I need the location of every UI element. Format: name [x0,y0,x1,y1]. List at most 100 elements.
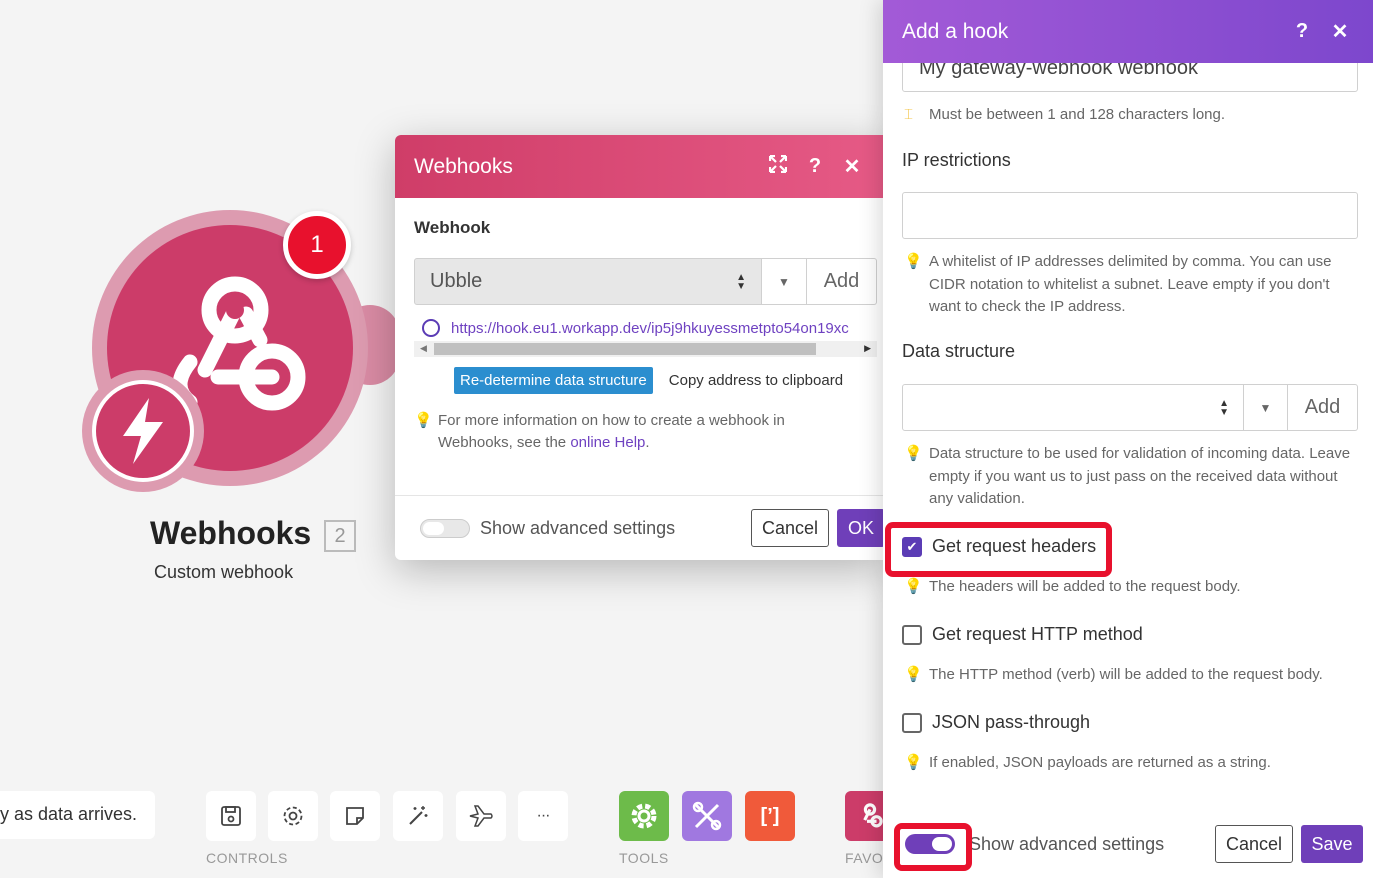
lightbulb-icon: 💡 [904,666,923,683]
more-button[interactable]: ··· [518,791,568,841]
data-structure-help: 💡 Data structure to be used for validati… [904,443,1360,511]
get-request-method-label[interactable]: Get request HTTP method [932,624,1143,645]
get-request-method-checkbox[interactable] [902,624,922,645]
data-structure-select[interactable]: ▲ ▼ [902,384,1244,431]
dialog-header: Webhooks ? ✕ [395,135,885,198]
lightbulb-icon: 💡 [904,445,923,462]
instant-trigger-icon[interactable] [92,380,194,482]
text-length-icon: ⌶ [904,106,914,123]
data-structure-label: Data structure [902,341,1016,361]
webhook-dropdown-button[interactable]: ▼ [762,258,807,305]
scrollbar-thumb[interactable] [434,343,816,355]
flow-control-tool[interactable] [619,791,669,841]
save-button[interactable] [206,791,256,841]
tools-label: TOOLS [619,850,669,866]
online-help-link[interactable]: online Help [570,434,645,451]
panel-title: Add a hook [902,19,1009,43]
ok-button[interactable]: OK [837,509,885,547]
json-tool[interactable]: [’] [745,791,795,841]
panel-header: Add a hook ? ✕ [883,0,1373,63]
data-structure-row: ▲ ▼ ▼ Add [902,384,1358,431]
chevron-down-icon: ▼ [1259,400,1272,415]
name-help: ⌶ Must be between 1 and 128 characters l… [904,104,1360,127]
explain-flow-button[interactable] [456,791,506,841]
add-hook-panel: Add a hook ? ✕ My gateway-webhook webhoo… [883,0,1373,878]
close-icon[interactable]: ✕ [1326,19,1354,44]
more-icon: ··· [536,807,551,824]
webhook-icon [863,803,883,828]
globe-icon [422,319,440,337]
expand-icon[interactable] [764,154,792,179]
favorites-label: FAVO [845,850,884,866]
lightbulb-icon: 💡 [904,253,923,270]
cancel-button[interactable]: Cancel [750,509,829,547]
get-request-headers-label[interactable]: Get request headers [932,536,1096,557]
advanced-settings-label: Show advanced settings [480,517,676,538]
get-request-headers-checkbox[interactable]: ✔ [902,536,922,557]
airplane-icon [469,805,493,827]
webhook-add-button[interactable]: Add [807,258,877,305]
webhook-url-row: https://hook.eu1.workapp.dev/ip5j9hkuyes… [414,319,866,337]
chevron-down-icon: ▼ [778,274,790,289]
notes-button[interactable] [330,791,380,841]
headers-help: 💡 The headers will be added to the reque… [904,576,1360,599]
method-help: 💡 The HTTP method (verb) will be added t… [904,664,1360,687]
dialog-title: Webhooks [414,154,513,178]
tools-icon [692,801,722,831]
json-icon: [’] [760,804,780,827]
save-icon [221,806,241,826]
json-pass-through-checkbox[interactable] [902,712,922,733]
note-icon [346,807,364,825]
highlight-box [894,823,972,871]
module-count: 2 [324,520,356,552]
redetermine-button[interactable]: Re-determine data structure [454,367,653,394]
info-suffix: . [645,434,650,451]
sort-arrows-icon: ▲ ▼ [736,271,746,292]
json-pass-through-label[interactable]: JSON pass-through [932,712,1090,733]
data-structure-dropdown-button[interactable]: ▼ [1244,384,1288,431]
help-icon[interactable]: ? [1288,20,1316,43]
scheduling-hint: y as data arrives. [0,791,155,839]
data-structure-add-button[interactable]: Add [1288,384,1358,431]
save-button[interactable]: Save [1301,825,1363,863]
get-request-headers-option[interactable]: ✔ Get request headers [902,536,1096,557]
copy-address-button[interactable]: Copy address to clipboard [669,372,843,389]
auto-align-button[interactable] [393,791,443,841]
ip-restrictions-label: IP restrictions [902,150,1011,170]
advanced-settings-toggle[interactable] [420,518,470,538]
help-icon[interactable]: ? [801,155,829,178]
get-request-method-option[interactable]: Get request HTTP method [902,624,1143,645]
scroll-left-icon[interactable]: ◀ [420,343,427,354]
lightbulb-icon: 💡 [414,412,433,429]
webhook-field-label: Webhook [414,218,491,237]
webhook-select-value: Ubble [430,270,483,292]
gear-tool-icon [631,803,657,829]
module-subtitle: Custom webhook [154,562,294,582]
advanced-settings-label: Show advanced settings [969,833,1165,854]
tools-tool[interactable] [682,791,732,841]
settings-button[interactable] [268,791,318,841]
webhook-select[interactable]: Ubble ▲ ▼ [414,258,762,305]
gear-icon [283,806,303,826]
lightbulb-icon: 💡 [904,754,923,771]
url-scrollbar[interactable]: ◀ ▶ [414,341,877,357]
magic-wand-icon [409,806,428,825]
ip-restrictions-input[interactable] [902,192,1358,239]
controls-label: CONTROLS [206,850,288,866]
webhook-url[interactable]: https://hook.eu1.workapp.dev/ip5j9hkuyes… [451,320,849,337]
webhooks-dialog: Webhooks ? ✕ Webhook Ubble ▲ ▼ ▼ Add http… [395,135,885,560]
json-help: 💡 If enabled, JSON payloads are returned… [904,752,1360,775]
close-icon[interactable]: ✕ [838,154,866,179]
webhook-select-row: Ubble ▲ ▼ ▼ Add [414,258,877,305]
scroll-right-icon[interactable]: ▶ [864,343,871,354]
dialog-footer: Show advanced settings Cancel OK [395,495,885,560]
ip-help: 💡 A whitelist of IP addresses delimited … [904,251,1360,319]
cancel-button[interactable]: Cancel [1214,825,1293,863]
lightning-icon [123,398,163,464]
lightbulb-icon: 💡 [904,578,923,595]
module-title: Webhooks [150,515,312,551]
json-pass-through-option[interactable]: JSON pass-through [902,712,1090,733]
sort-arrows-icon: ▲ ▼ [1219,397,1229,418]
webhook-info: 💡 For more information on how to create … [414,410,834,454]
module-badge[interactable]: 1 [283,211,351,279]
